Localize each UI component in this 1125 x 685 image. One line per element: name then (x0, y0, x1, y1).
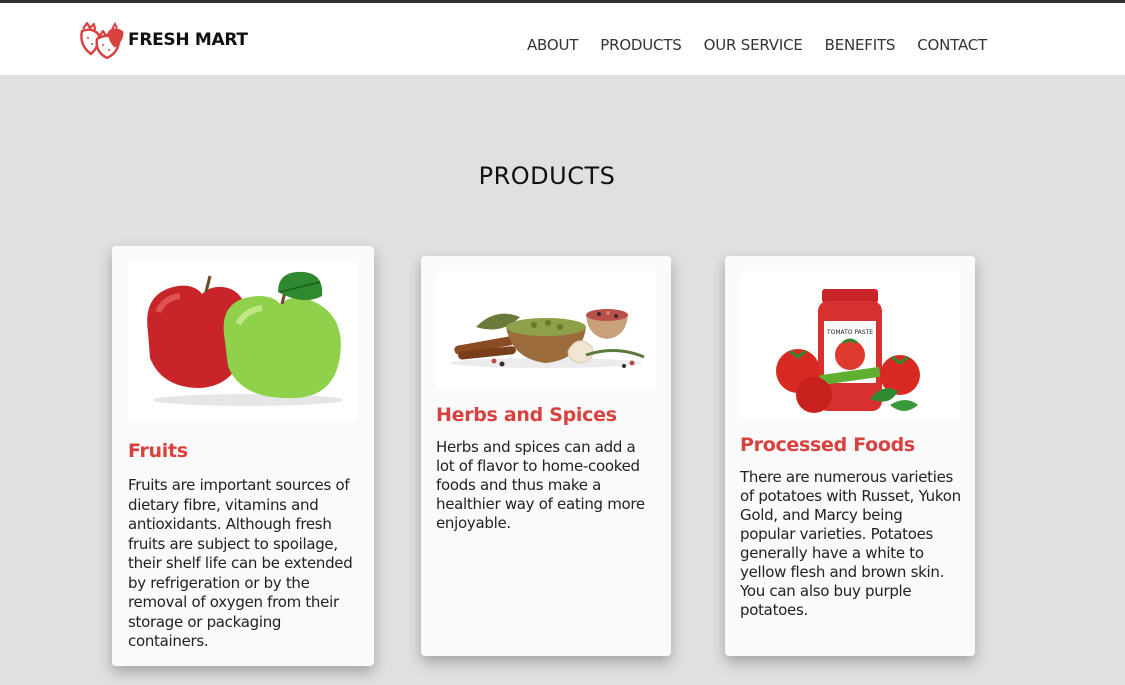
logo[interactable]: FRESH MART (79, 21, 248, 59)
card-title: Fruits (128, 440, 188, 462)
nav-products[interactable]: PRODUCTS (600, 36, 682, 54)
nav-benefits[interactable]: BENEFITS (825, 36, 896, 54)
nav-contact[interactable]: CONTACT (917, 36, 987, 54)
nav-about[interactable]: ABOUT (527, 36, 578, 54)
tomato-paste-image: TOMATO PASTE (740, 271, 960, 419)
logo-text: FRESH MART (128, 30, 248, 50)
product-card-herbs-and-spices[interactable]: Herbs and Spices Herbs and spices can ad… (421, 256, 671, 656)
card-title: Herbs and Spices (436, 404, 617, 426)
main-nav: ABOUT PRODUCTS OUR SERVICE BENEFITS CONT… (527, 36, 1009, 54)
svg-text:TOMATO PASTE: TOMATO PASTE (826, 329, 873, 336)
strawberry-icon (79, 21, 125, 59)
card-description: Fruits are important sources of dietary … (128, 476, 353, 650)
section-title: PRODUCTS (478, 162, 616, 190)
product-card-fruits[interactable]: Fruits Fruits are important sources of d… (112, 246, 374, 666)
card-title: Processed Foods (740, 434, 915, 456)
nav-our-service[interactable]: OUR SERVICE (704, 36, 803, 54)
spices-image (436, 271, 656, 389)
site-header: FRESH MART ABOUT PRODUCTS OUR SERVICE BE… (0, 3, 1125, 75)
card-description: There are numerous varieties of potatoes… (740, 468, 961, 619)
apples-image (128, 262, 358, 422)
card-description: Herbs and spices can add a lot of flavor… (436, 438, 645, 532)
product-card-processed-foods[interactable]: TOMATO PASTE Processed Foods There are n… (725, 256, 975, 656)
